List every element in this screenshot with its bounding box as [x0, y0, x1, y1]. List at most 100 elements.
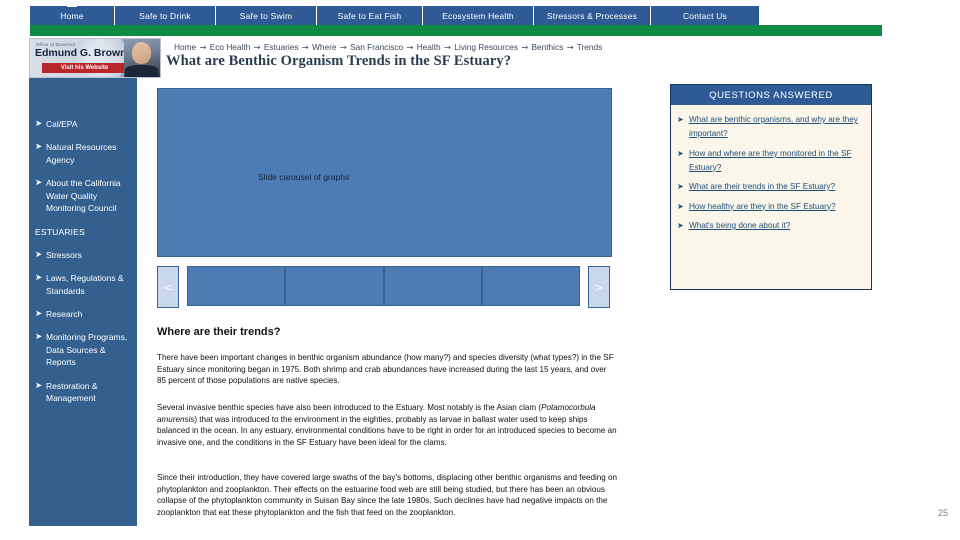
- governor-banner[interactable]: Office of Governor Edmund G. Brown Jr. V…: [29, 38, 161, 78]
- sidebar-item-label: Natural Resources Agency: [46, 142, 117, 165]
- sidebar-item-calepa[interactable]: ➤ Cal/EPA: [29, 118, 137, 130]
- chevron-right-icon: ➤: [35, 273, 43, 284]
- question-link-whats-being-done[interactable]: ➤ What's being done about it?: [677, 219, 865, 233]
- nav-tab-label: Safe to Drink: [139, 11, 191, 21]
- sidebar-item-label: Laws, Regulations & Standards: [46, 273, 124, 296]
- breadcrumb-arrow-icon: →: [199, 42, 207, 52]
- breadcrumb-arrow-icon: →: [253, 42, 261, 52]
- sidebar-item-restoration-management[interactable]: ➤ Restoration & Management: [29, 380, 137, 405]
- questions-answered-list: ➤ What are benthic organisms, and why ar…: [671, 105, 871, 233]
- carousel-thumbnail[interactable]: [383, 266, 482, 306]
- portrait-face: [132, 42, 151, 64]
- nav-tab-home[interactable]: Home: [30, 3, 115, 26]
- questions-answered-heading: QUESTIONS ANSWERED: [671, 85, 871, 105]
- paragraph-2-text-after: ) that was introduced to the environment…: [157, 414, 617, 447]
- left-sidebar: ➤ Cal/EPA ➤ Natural Resources Agency ➤ A…: [29, 78, 137, 526]
- question-link-how-and-where-monitored[interactable]: ➤ How and where are they monitored in th…: [677, 147, 865, 175]
- question-link-how-healthy-are-they[interactable]: ➤ How healthy are they in the SF Estuary…: [677, 200, 865, 214]
- content-paragraph-2: Several invasive benthic species have al…: [157, 402, 617, 448]
- top-navigation-bar: Home Safe to Drink Safe to Swim Safe to …: [30, 3, 759, 26]
- sidebar-item-label: Monitoring Programs, Data Sources & Repo…: [46, 332, 128, 368]
- sidebar-item-label: Cal/EPA: [46, 119, 78, 129]
- slide-canvas: Home Safe to Drink Safe to Swim Safe to …: [0, 0, 960, 540]
- question-link-label: What are their trends in the SF Estuary?: [689, 182, 836, 191]
- chevron-right-icon: ➤: [677, 148, 684, 158]
- breadcrumb-arrow-icon: →: [443, 42, 451, 52]
- green-accent-bar: [30, 25, 882, 36]
- chevron-right-icon: ➤: [677, 201, 684, 211]
- sidebar-item-about-council[interactable]: ➤ About the California Water Quality Mon…: [29, 177, 137, 214]
- carousel-placeholder-label: Slide carousel of graphs: [258, 172, 350, 182]
- breadcrumb: Home → Eco Health → Estuaries → Where → …: [174, 42, 602, 52]
- breadcrumb-arrow-icon: →: [339, 42, 347, 52]
- nav-tab-safe-to-eat-fish[interactable]: Safe to Eat Fish: [317, 6, 423, 26]
- breadcrumb-item-where[interactable]: Where: [312, 42, 336, 52]
- tab-notch-marker: [67, 3, 77, 7]
- breadcrumb-item-benthics[interactable]: Benthics: [531, 42, 563, 52]
- nav-tab-ecosystem-health[interactable]: Ecosystem Health: [423, 6, 534, 26]
- sidebar-item-research[interactable]: ➤ Research: [29, 308, 137, 320]
- breadcrumb-item-health[interactable]: Health: [417, 42, 441, 52]
- sidebar-item-label: About the California Water Quality Monit…: [46, 178, 121, 214]
- nav-tab-contact-us[interactable]: Contact Us: [651, 6, 759, 26]
- sidebar-item-stressors[interactable]: ➤ Stressors: [29, 249, 137, 261]
- chevron-right-icon: ➤: [35, 249, 43, 260]
- page-title: What are Benthic Organism Trends in the …: [166, 53, 512, 69]
- chevron-right-icon: ➤: [35, 309, 43, 320]
- question-link-label: How and where are they monitored in the …: [689, 148, 852, 172]
- breadcrumb-item-living-resources[interactable]: Living Resources: [454, 42, 518, 52]
- sidebar-item-laws-regulations-standards[interactable]: ➤ Laws, Regulations & Standards: [29, 272, 137, 297]
- question-link-label: What's being done about it?: [689, 221, 791, 230]
- chevron-right-icon: ➤: [35, 178, 43, 189]
- nav-tab-label: Home: [60, 11, 84, 21]
- question-link-label: How healthy are they in the SF Estuary?: [689, 201, 836, 211]
- governor-portrait: [124, 39, 160, 77]
- carousel-next-button[interactable]: >: [588, 266, 610, 308]
- nav-tab-stressors-processes[interactable]: Stressors & Processes: [534, 6, 651, 26]
- question-link-label: What are benthic organisms, and why are …: [689, 115, 858, 138]
- breadcrumb-item-trends[interactable]: Trends: [577, 42, 603, 52]
- slide-carousel[interactable]: Slide carousel of graphs: [157, 88, 612, 257]
- page-number: 25: [937, 508, 948, 518]
- content-section-heading: Where are their trends?: [157, 326, 281, 338]
- sidebar-section-heading-estuaries: ESTUARIES: [35, 227, 85, 238]
- nav-tab-label: Contact Us: [682, 11, 728, 21]
- visit-website-button[interactable]: Visit his Website: [42, 63, 127, 73]
- carousel-thumbnail[interactable]: [481, 266, 580, 306]
- portrait-suit: [125, 65, 158, 77]
- carousel-thumbnails: [187, 266, 580, 306]
- breadcrumb-arrow-icon: →: [566, 42, 574, 52]
- carousel-thumbnail[interactable]: [285, 266, 384, 306]
- nav-tab-label: Stressors & Processes: [546, 11, 638, 21]
- breadcrumb-arrow-icon: →: [301, 42, 309, 52]
- nav-tab-label: Safe to Eat Fish: [337, 11, 402, 21]
- breadcrumb-arrow-icon: →: [521, 42, 529, 52]
- question-link-what-are-their-trends[interactable]: ➤ What are their trends in the SF Estuar…: [677, 180, 865, 194]
- carousel-thumbnail[interactable]: [187, 266, 286, 306]
- sidebar-item-monitoring-programs[interactable]: ➤ Monitoring Programs, Data Sources & Re…: [29, 331, 137, 368]
- nav-tab-safe-to-swim[interactable]: Safe to Swim: [216, 6, 317, 26]
- chevron-right-icon: ➤: [35, 142, 43, 153]
- breadcrumb-item-san-francisco[interactable]: San Francisco: [350, 42, 403, 52]
- breadcrumb-item-home[interactable]: Home: [174, 42, 196, 52]
- chevron-right-icon: ➤: [677, 221, 684, 230]
- carousel-prev-button[interactable]: <: [157, 266, 179, 308]
- content-paragraph-1: There have been important changes in ben…: [157, 353, 614, 386]
- chevron-right-icon: ➤: [677, 115, 684, 124]
- sidebar-item-label: Research: [46, 309, 83, 320]
- nav-tab-safe-to-drink[interactable]: Safe to Drink: [115, 6, 216, 26]
- chevron-right-icon: ➤: [35, 332, 43, 343]
- carousel-thumbnail-strip: < >: [157, 266, 610, 308]
- sidebar-item-natural-resources-agency[interactable]: ➤ Natural Resources Agency: [29, 141, 137, 166]
- sidebar-item-label: Restoration & Management: [46, 380, 98, 404]
- breadcrumb-item-estuaries[interactable]: Estuaries: [264, 42, 299, 52]
- question-link-what-are-benthic-organisms[interactable]: ➤ What are benthic organisms, and why ar…: [677, 113, 865, 141]
- chevron-right-icon: ➤: [35, 380, 43, 391]
- breadcrumb-arrow-icon: →: [406, 42, 414, 52]
- chevron-right-icon: ➤: [677, 182, 684, 191]
- nav-tab-label: Ecosystem Health: [442, 11, 514, 21]
- breadcrumb-item-eco-health[interactable]: Eco Health: [210, 42, 251, 52]
- questions-answered-panel: QUESTIONS ANSWERED ➤ What are benthic or…: [670, 84, 872, 290]
- sidebar-item-label: Stressors: [46, 249, 82, 260]
- nav-tab-label: Safe to Swim: [239, 11, 293, 21]
